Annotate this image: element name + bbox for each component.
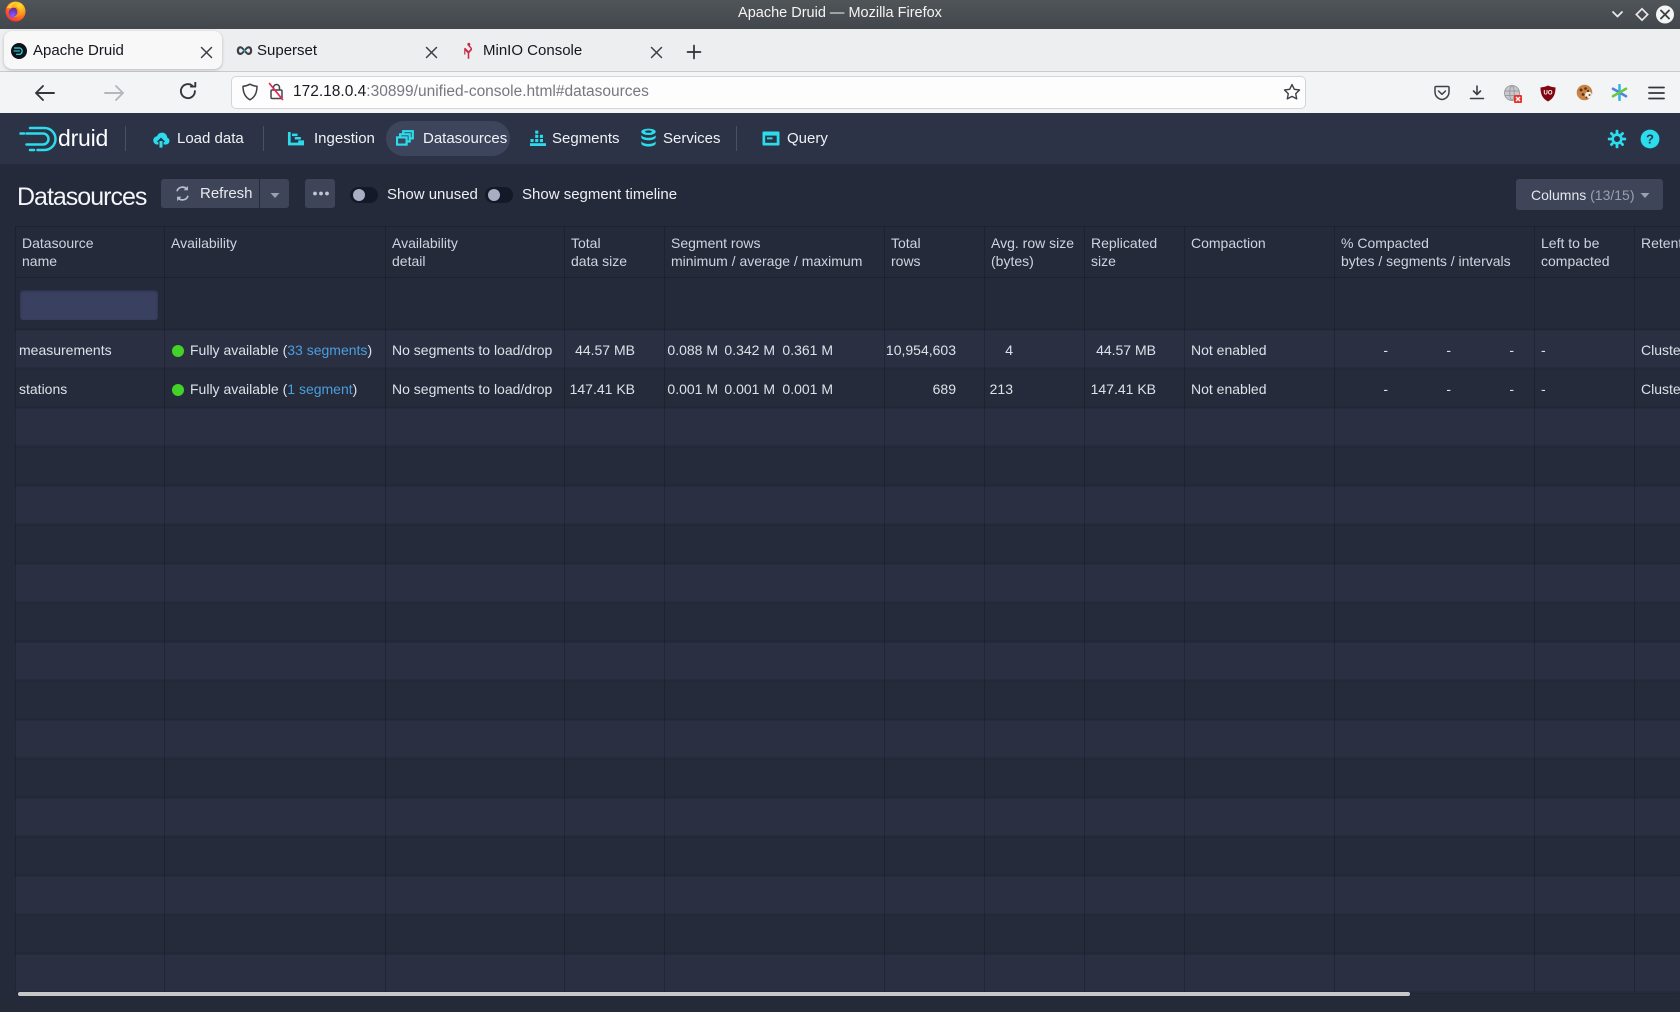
svg-text:UO: UO <box>1544 91 1553 97</box>
svg-text:?: ? <box>1646 131 1654 146</box>
